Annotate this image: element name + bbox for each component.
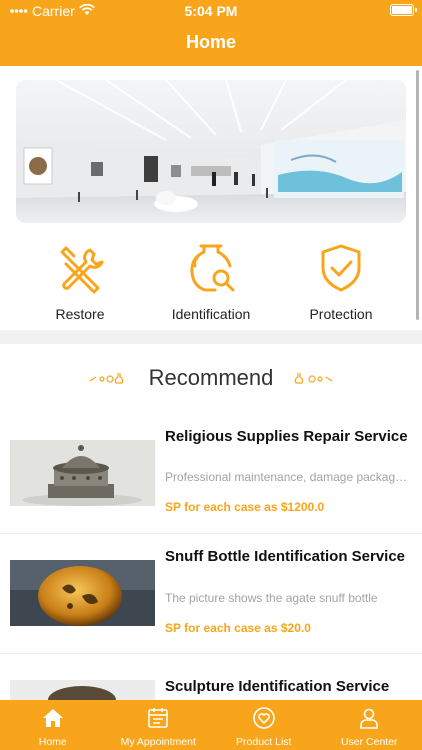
wrench-screwdriver-icon — [52, 240, 108, 296]
item-thumbnail — [10, 440, 155, 506]
status-time: 5:04 PM — [184, 3, 238, 19]
app-screen: Carrier 5:04 PM Home Restore Identificat… — [0, 0, 422, 750]
recommend-header: Recommend — [0, 362, 422, 392]
list-item[interactable]: Religious Supplies Repair Service Profes… — [0, 412, 422, 534]
item-thumbnail — [10, 680, 155, 700]
item-description: The picture shows the agate snuff bottle — [165, 591, 378, 605]
gallery-illustration — [16, 80, 406, 223]
tab-label: My Appointment — [120, 736, 196, 748]
battery-icon — [390, 4, 417, 16]
ornament-right-icon — [294, 371, 334, 385]
item-price: SP for each case as $20.0 — [165, 621, 311, 635]
vase-search-icon — [183, 240, 239, 296]
shield-check-icon — [313, 240, 369, 296]
status-bar: Carrier 5:04 PM — [0, 0, 422, 22]
tab-label: Home — [38, 736, 67, 748]
banner-image-gallery[interactable] — [16, 80, 406, 223]
category-label: Restore — [55, 306, 105, 322]
category-identification[interactable]: Identification — [151, 240, 271, 322]
recommend-title: Recommend — [148, 365, 274, 390]
page-title: Home — [185, 32, 236, 52]
item-title: Snuff Bottle Identification Service — [165, 548, 406, 565]
list-item[interactable]: Snuff Bottle Identification Service The … — [0, 534, 422, 654]
heart-icon — [252, 706, 276, 730]
category-label: Protection — [309, 306, 373, 322]
tab-label: Product List — [236, 736, 292, 748]
item-title: Sculpture Identification Service — [165, 678, 390, 695]
category-protection[interactable]: Protection — [281, 240, 401, 322]
item-price: SP for each case as $1200.0 — [165, 500, 325, 514]
category-label: Identification — [171, 306, 251, 322]
tab-product-list[interactable]: Product List — [211, 700, 317, 750]
top-bar: Carrier 5:04 PM Home — [0, 0, 422, 66]
tab-label: User Center — [340, 736, 398, 748]
category-restore[interactable]: Restore — [20, 240, 140, 322]
item-description: Professional maintenance, damage package… — [165, 470, 413, 484]
user-icon — [357, 706, 381, 730]
category-row: Restore Identification Protection — [0, 240, 422, 330]
calendar-icon — [146, 706, 170, 730]
tab-home[interactable]: Home — [0, 700, 106, 750]
item-title: Religious Supplies Repair Service — [165, 428, 408, 445]
section-divider — [0, 330, 422, 344]
tab-my-appointment[interactable]: My Appointment — [106, 700, 212, 750]
bottom-tab-bar: Home My Appointment Product List User Ce… — [0, 700, 422, 750]
tab-user-center[interactable]: User Center — [317, 700, 422, 750]
item-thumbnail — [10, 560, 155, 626]
home-icon — [41, 706, 65, 730]
